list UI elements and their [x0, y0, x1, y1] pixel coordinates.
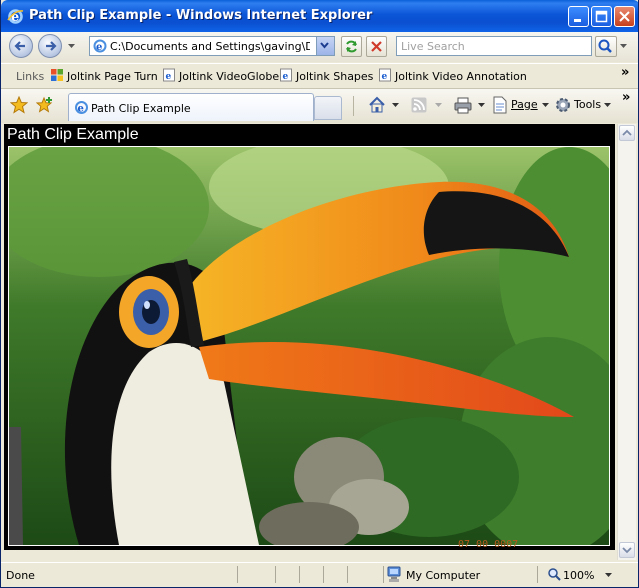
- feeds-icon[interactable]: [411, 97, 427, 113]
- print-dropdown-icon[interactable]: [478, 103, 485, 108]
- photo-date-stamp: 07 00 0007: [458, 539, 519, 550]
- links-label: Links: [16, 70, 45, 83]
- svg-text:e: e: [96, 42, 102, 53]
- links-overflow-chevron[interactable]: »: [621, 65, 629, 80]
- feeds-dropdown-icon[interactable]: [435, 103, 442, 108]
- search-input[interactable]: Live Search: [396, 36, 592, 56]
- toucan-image: [9, 147, 609, 545]
- windows-flag-icon: [51, 69, 63, 81]
- maximize-icon: [595, 10, 608, 23]
- status-divider: [237, 566, 238, 583]
- stop-icon: [371, 41, 382, 52]
- status-bar: Done My Computer 100%: [1, 562, 638, 587]
- search-button[interactable]: [595, 36, 617, 57]
- back-arrow-icon: [14, 41, 25, 51]
- page-menu-label: Page: [511, 98, 538, 111]
- print-icon[interactable]: [454, 97, 472, 114]
- chevron-down-icon: [320, 42, 329, 49]
- svg-text:e: e: [382, 72, 388, 82]
- add-favorites-icon[interactable]: [36, 96, 54, 114]
- maximize-button[interactable]: [591, 6, 612, 27]
- refresh-icon: [346, 40, 357, 53]
- forward-button[interactable]: [38, 34, 62, 58]
- svg-text:e: e: [78, 104, 84, 115]
- link-joltink-videoglobe[interactable]: e Joltink VideoGlobe: [163, 68, 280, 83]
- page-heading: Path Clip Example: [7, 126, 139, 143]
- home-icon[interactable]: [368, 96, 386, 114]
- link-label: Joltink Page Turn: [67, 70, 158, 83]
- svg-text:e: e: [166, 72, 172, 82]
- search-placeholder: Live Search: [401, 40, 465, 53]
- zoom-level-label: 100%: [563, 569, 595, 582]
- toucan-photo: [8, 146, 610, 546]
- page-ie-icon: e: [75, 101, 88, 115]
- status-divider: [383, 566, 384, 583]
- minimize-button[interactable]: [568, 6, 589, 27]
- tab-path-clip-example[interactable]: e Path Clip Example: [68, 93, 314, 121]
- zoom-icon: [548, 568, 561, 581]
- back-button[interactable]: [9, 34, 33, 58]
- security-zone-label: My Computer: [406, 569, 481, 582]
- ie-logo-icon: e: [7, 9, 24, 25]
- close-window-button[interactable]: [614, 6, 635, 27]
- tools-dropdown-icon: [604, 103, 611, 107]
- window-title: Path Clip Example - Windows Internet Exp…: [29, 8, 373, 23]
- my-computer-icon: [387, 566, 401, 582]
- refresh-button[interactable]: [341, 36, 362, 57]
- page-ie-icon: e: [379, 68, 391, 82]
- browser-window: e Path Clip Example - Windows Internet E…: [0, 0, 639, 588]
- link-joltink-video-annotation[interactable]: e Joltink Video Annotation: [379, 68, 527, 83]
- toolbar-divider: [353, 96, 354, 116]
- links-bar: Links Joltink Page Turn e Joltink VideoG…: [1, 63, 638, 89]
- link-label: Joltink Video Annotation: [395, 70, 527, 83]
- home-dropdown-icon[interactable]: [392, 103, 399, 108]
- svg-text:e: e: [283, 72, 289, 82]
- status-divider: [347, 566, 348, 583]
- link-joltink-shapes[interactable]: e Joltink Shapes: [280, 68, 374, 83]
- address-input[interactable]: C:\Documents and Settings\gaving\Desktop…: [110, 40, 310, 53]
- chevron-up-icon: [622, 129, 632, 136]
- minimize-icon: [574, 19, 581, 22]
- status-text: Done: [6, 569, 35, 582]
- status-divider: [537, 566, 538, 583]
- history-dropdown-icon[interactable]: [67, 43, 76, 49]
- title-bar[interactable]: e Path Clip Example - Windows Internet E…: [1, 0, 638, 32]
- address-dropdown-button[interactable]: [316, 37, 334, 55]
- status-divider: [299, 566, 300, 583]
- page-dropdown-icon: [542, 103, 549, 107]
- scroll-down-button[interactable]: [619, 542, 635, 558]
- search-icon: [598, 39, 612, 53]
- scroll-up-button[interactable]: [619, 125, 635, 141]
- command-bar-overflow-chevron[interactable]: »: [622, 90, 630, 105]
- page-ie-icon: e: [280, 68, 292, 82]
- page-content: Path Clip Example 07 00 0007: [4, 124, 615, 550]
- page-icon: [493, 96, 507, 114]
- link-label: Joltink Shapes: [296, 70, 374, 83]
- new-tab-button[interactable]: [314, 96, 342, 120]
- status-divider: [275, 566, 276, 583]
- page-ie-icon: e: [93, 39, 107, 53]
- tab-label: Path Clip Example: [91, 102, 191, 115]
- close-icon: [619, 11, 630, 22]
- page-ie-icon: e: [163, 68, 175, 82]
- address-bar[interactable]: e C:\Documents and Settings\gaving\Deskt…: [89, 36, 335, 56]
- status-divider: [323, 566, 324, 583]
- chevron-down-icon: [622, 547, 632, 554]
- favorites-star-icon[interactable]: [10, 96, 28, 114]
- search-options-dropdown-icon[interactable]: [619, 43, 628, 49]
- vertical-scrollbar[interactable]: [617, 124, 636, 560]
- tools-menu-label: Tools: [574, 98, 602, 111]
- gear-icon: [556, 98, 570, 112]
- link-joltink-page-turn[interactable]: Joltink Page Turn: [51, 69, 158, 83]
- forward-arrow-icon: [46, 41, 57, 51]
- zoom-dropdown-icon: [605, 573, 612, 577]
- stop-button[interactable]: [366, 36, 387, 57]
- link-label: Joltink VideoGlobe: [179, 70, 280, 83]
